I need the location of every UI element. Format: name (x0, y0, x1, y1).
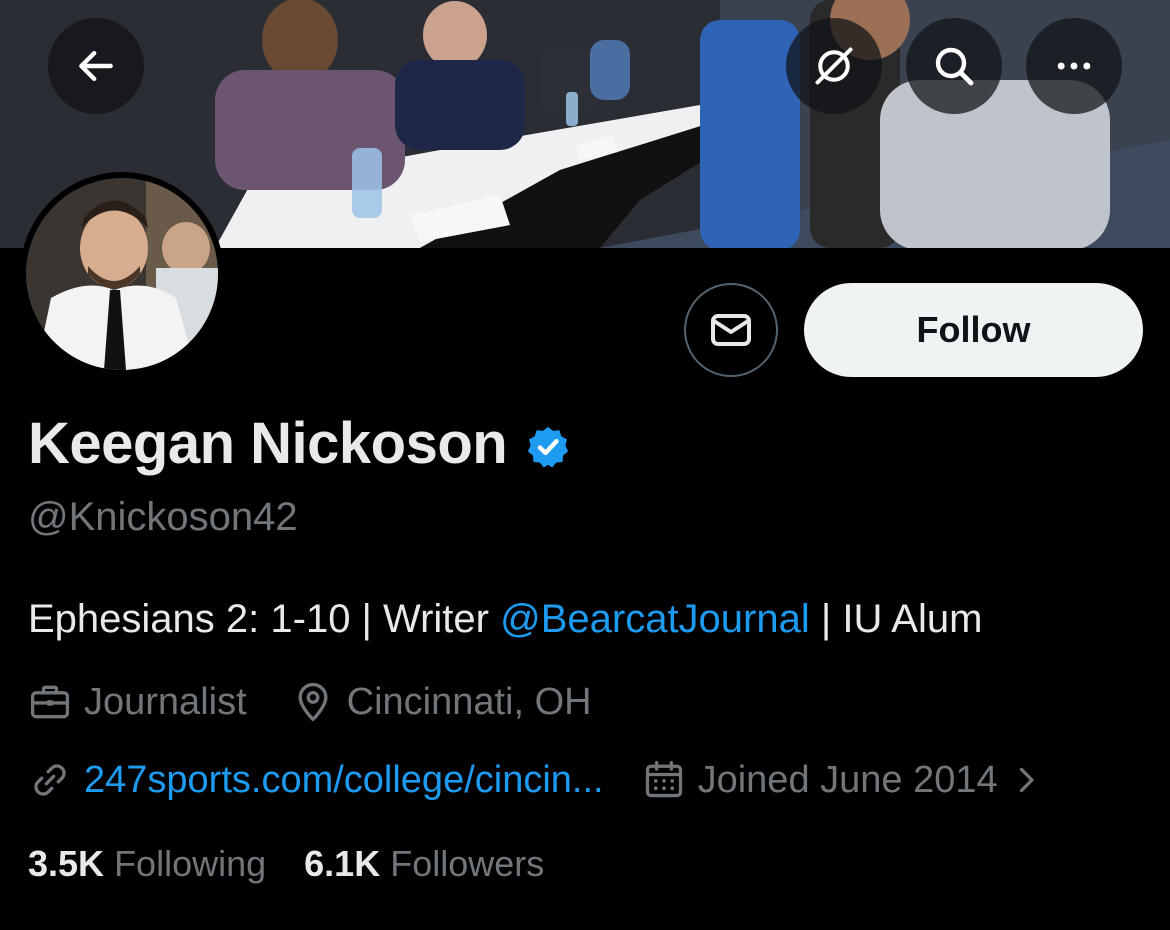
joined-label: Joined June 2014 (697, 758, 998, 801)
message-button[interactable] (684, 283, 778, 377)
chevron-right-icon (1019, 767, 1034, 793)
followers-stat[interactable]: 6.1K Followers (304, 843, 544, 884)
briefcase-icon (30, 685, 70, 719)
following-label: Following (114, 843, 267, 884)
bio-mention-link[interactable]: @BearcatJournal (500, 597, 810, 641)
category-label: Journalist (84, 680, 247, 723)
more-icon (1057, 62, 1091, 70)
profile-stats: 3.5K Following 6.1K Followers (28, 843, 544, 885)
following-count: 3.5K (28, 843, 105, 884)
more-button[interactable] (1026, 18, 1122, 114)
following-stat[interactable]: 3.5K Following (28, 843, 266, 884)
location-label: Cincinnati, OH (346, 680, 592, 723)
profile-meta-row-2: 247sports.com/college/cincin... Joined J… (28, 758, 1044, 802)
avatar-photo (26, 178, 218, 370)
profile-meta-row-1: Journalist Cincinnati, OH (28, 680, 592, 724)
grok-button[interactable] (786, 18, 882, 114)
search-button[interactable] (906, 18, 1002, 114)
back-button[interactable] (48, 18, 144, 114)
location-pin-icon (298, 682, 328, 722)
profile-handle: @Knickoson42 (28, 495, 298, 539)
bio-text-suffix: | IU Alum (809, 597, 983, 641)
grok-icon (815, 47, 853, 85)
profile-website[interactable]: 247sports.com/college/cincin... (28, 758, 604, 802)
envelope-icon (711, 314, 751, 346)
calendar-icon (645, 760, 682, 798)
link-icon (34, 764, 66, 796)
profile-joined[interactable]: Joined June 2014 (642, 758, 1044, 802)
search-icon (935, 47, 974, 86)
verified-badge-icon[interactable] (525, 424, 571, 470)
avatar[interactable] (20, 172, 224, 376)
profile-name-row: Keegan Nickoson (28, 410, 571, 477)
arrow-left-icon (79, 50, 113, 82)
website-link[interactable]: 247sports.com/college/cincin... (84, 759, 604, 802)
profile-location: Cincinnati, OH (291, 680, 592, 724)
followers-count: 6.1K (304, 843, 381, 884)
followers-label: Followers (390, 843, 545, 884)
follow-button[interactable]: Follow (804, 283, 1143, 377)
profile-bio: Ephesians 2: 1-10 | Writer @BearcatJourn… (28, 597, 982, 642)
bio-text-prefix: Ephesians 2: 1-10 | Writer (28, 597, 501, 641)
profile-name: Keegan Nickoson (28, 411, 508, 476)
profile-category: Journalist (28, 680, 247, 724)
